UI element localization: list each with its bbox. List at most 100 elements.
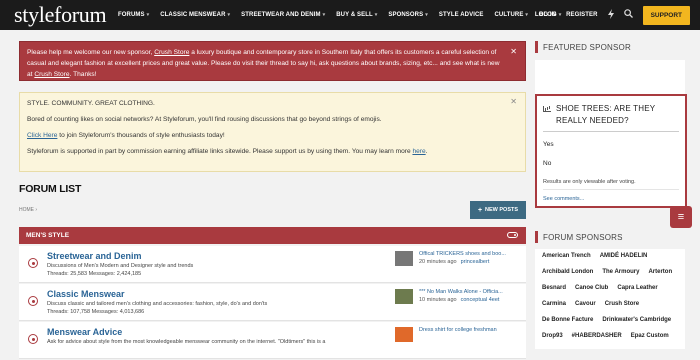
avatar[interactable] [395, 251, 413, 266]
forum-title[interactable]: Streetwear and Denim [47, 251, 142, 261]
plus-icon: + [477, 206, 483, 214]
latest-thread-link[interactable]: Dress shirt for college freshman [419, 327, 497, 333]
main-content: Please help me welcome our new sponsor, … [19, 41, 526, 359]
chevron-down-icon: ▾ [525, 12, 529, 18]
search-icon[interactable] [623, 9, 633, 21]
forum-status-icon [28, 296, 38, 306]
poll-option-yes[interactable]: Yes [543, 141, 554, 148]
latest-time: 10 minutes ago [419, 297, 457, 303]
nav-label: SPONSORS [388, 12, 424, 18]
poll-widget: SHOE TREES: ARE THEY REALLY NEEDED? Yes … [535, 94, 687, 208]
support-button[interactable]: SUPPORT [642, 5, 690, 25]
close-icon[interactable]: ✕ [510, 97, 517, 106]
new-posts-label: NEW POSTS [485, 207, 519, 213]
forum-row[interactable]: Classic Menswear Discuss classic and tai… [19, 284, 526, 321]
crush-store-link[interactable]: Crush Store [154, 49, 189, 56]
poll-question: SHOE TREES: ARE THEY REALLY NEEDED? [556, 104, 656, 125]
site-logo[interactable]: styleforum [14, 2, 118, 28]
login-link[interactable]: LOG IN [535, 12, 556, 18]
bar-chart-icon [543, 106, 551, 112]
divider [543, 131, 679, 132]
sponsor-link[interactable]: Capra Leather [617, 285, 657, 293]
category-title: MEN'S STYLE [26, 232, 70, 239]
forum-title[interactable]: Menswear Advice [47, 327, 122, 337]
forum-sponsors-title: FORUM SPONSORS [535, 231, 685, 243]
close-icon[interactable]: ✕ [510, 46, 517, 57]
sponsor-link[interactable]: Arterton [648, 269, 672, 277]
nav-style-advice[interactable]: STYLE ADVICE [439, 12, 484, 18]
forum-stats: Threads: 107,758 Messages: 4,013,686 [47, 309, 145, 315]
nav-forums[interactable]: FORUMS ▾ [118, 12, 149, 18]
poll-option-no[interactable]: No [543, 160, 551, 167]
notice-text: Styleforum is supported in part by commi… [27, 147, 501, 156]
sponsor-link[interactable]: Crush Store [605, 301, 639, 309]
sponsor-link[interactable]: Carmina [542, 301, 566, 309]
forum-row[interactable]: Streetwear and Denim Discussions of Men'… [19, 246, 526, 283]
latest-user[interactable]: conceptual 4eet [461, 297, 500, 303]
lightning-icon[interactable] [607, 8, 614, 22]
avatar[interactable] [395, 289, 413, 304]
latest-user[interactable]: princealbert [461, 259, 490, 265]
chevron-down-icon: ▾ [425, 12, 428, 18]
collapse-toggle-icon[interactable] [507, 232, 518, 238]
notice-text: Bored of counting likes on social networ… [27, 116, 382, 123]
nav-buy-sell[interactable]: BUY & SELL ▾ [336, 12, 377, 18]
sponsor-link[interactable]: AMIDÉ HADELIN [600, 253, 648, 261]
sponsor-link[interactable]: Drinkwater's Cambridge [602, 317, 671, 325]
top-navigation: styleforum FORUMS ▾ CLASSIC MENSWEAR ▾ STR… [0, 0, 700, 30]
poll-note: Results are only viewable after voting. [543, 179, 636, 185]
crush-store-link[interactable]: Crush Store [34, 71, 69, 78]
period: . [425, 148, 428, 155]
forum-description: Ask for advice about style from the most… [47, 339, 326, 345]
latest-meta: 20 minutes ago princealbert [419, 259, 489, 265]
sponsor-link[interactable]: Drop93 [542, 333, 563, 341]
latest-meta: 10 minutes ago conceptual 4eet [419, 297, 499, 303]
nav-classic-menswear[interactable]: CLASSIC MENSWEAR ▾ [160, 12, 230, 18]
chevron-down-icon: ▾ [322, 12, 326, 18]
nav-label: STYLE ADVICE [438, 12, 484, 18]
main-menu: FORUMS ▾ CLASSIC MENSWEAR ▾ STREETWEAR AND… [118, 0, 572, 30]
chevron-down-icon: ▾ [227, 12, 231, 18]
see-comments-link[interactable]: See comments... [543, 196, 584, 202]
forum-status-icon [28, 334, 38, 344]
sponsor-link[interactable]: Epaz Custom [631, 333, 669, 341]
nav-label: STREETWEAR AND DENIM [241, 12, 321, 18]
category-header[interactable]: MEN'S STYLE [19, 227, 526, 244]
nav-sponsors[interactable]: SPONSORS ▾ [388, 12, 427, 18]
nav-culture[interactable]: CULTURE ▾ [495, 12, 529, 18]
sponsor-link[interactable]: American Trench [542, 253, 591, 261]
sponsor-link[interactable]: Archibald London [542, 269, 593, 277]
latest-thread-link[interactable]: Offical TRICKERS shoes and boo... [419, 251, 506, 257]
forum-status-icon [28, 258, 38, 268]
featured-sponsor-slot [535, 60, 685, 96]
forum-row[interactable]: Menswear Advice Ask for advice about sty… [19, 322, 526, 359]
notice-headline: STYLE. COMMUNITY. GREAT CLOTHING. [27, 100, 155, 107]
featured-sponsor-title: FEATURED SPONSOR [535, 41, 685, 53]
forum-title[interactable]: Classic Menswear [47, 289, 125, 299]
avatar[interactable] [395, 327, 413, 342]
register-link[interactable]: REGISTER [566, 12, 597, 18]
sponsor-link[interactable]: The Armoury [602, 269, 639, 277]
sponsor-link[interactable]: Canoe Club [575, 285, 608, 293]
join-link[interactable]: Click Here [27, 132, 57, 139]
sponsor-link[interactable]: Cavour [575, 301, 596, 309]
notice-text: Click Here to join Styleforum's thousand… [27, 131, 501, 140]
breadcrumb-separator: › [35, 207, 38, 213]
nav-label: FORUMS [118, 12, 145, 18]
breadcrumb-home[interactable]: HOME [19, 207, 34, 213]
learn-more-link[interactable]: here [412, 148, 425, 155]
latest-thread-link[interactable]: *** No Man Walks Alone - Officia... [419, 289, 503, 295]
sidebar-featured: FEATURED SPONSOR [535, 41, 685, 96]
sponsor-link[interactable]: #HABERDASHER [572, 333, 622, 341]
chat-icon[interactable]: ≡ [670, 206, 692, 228]
nav-label: CULTURE [494, 12, 524, 18]
nav-streetwear-denim[interactable]: STREETWEAR AND DENIM ▾ [241, 12, 325, 18]
forum-description: Discuss classic and tailored men's cloth… [47, 301, 268, 307]
new-posts-button[interactable]: + NEW POSTS [470, 201, 526, 219]
divider [543, 189, 679, 190]
sponsor-list: American Trench AMIDÉ HADELIN Archibald … [535, 249, 685, 349]
affiliate-text: Styleforum is supported in part by commi… [27, 148, 413, 155]
nav-label: BUY & SELL [336, 12, 373, 18]
sponsor-link[interactable]: De Bonne Facture [542, 317, 593, 325]
sponsor-link[interactable]: Besnard [542, 285, 566, 293]
